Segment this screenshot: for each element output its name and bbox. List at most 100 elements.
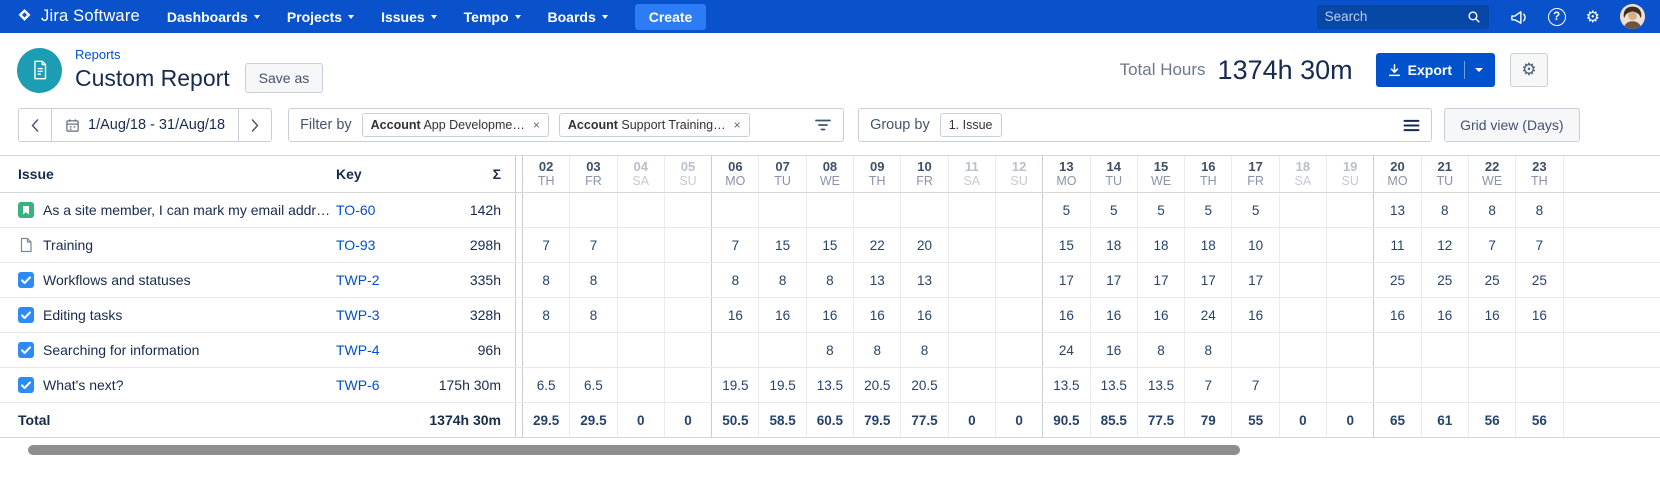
- export-dropdown-caret[interactable]: [1475, 68, 1483, 72]
- worklog-cell-16[interactable]: 8: [1184, 333, 1231, 367]
- worklog-cell-14[interactable]: 17: [1090, 263, 1137, 297]
- issue-key-link[interactable]: TWP-2: [336, 272, 380, 288]
- worklog-cell-09[interactable]: 13: [853, 263, 900, 297]
- worklog-cell-10[interactable]: 20: [900, 228, 947, 262]
- export-button[interactable]: Export: [1376, 53, 1495, 87]
- worklog-cell-20[interactable]: 13: [1373, 193, 1420, 227]
- worklog-cell-02[interactable]: 6.5: [522, 368, 569, 402]
- worklog-cell-15[interactable]: 17: [1137, 263, 1184, 297]
- help-icon[interactable]: ?: [1548, 8, 1566, 26]
- worklog-cell-21[interactable]: 12: [1421, 228, 1468, 262]
- worklog-cell-03[interactable]: 8: [569, 263, 616, 297]
- feedback-megaphone-icon[interactable]: [1509, 8, 1528, 25]
- group-options-menu-icon[interactable]: [1403, 119, 1420, 132]
- worklog-cell-03[interactable]: 7: [569, 228, 616, 262]
- worklog-cell-13[interactable]: 5: [1042, 193, 1089, 227]
- worklog-cell-06[interactable]: 16: [711, 298, 758, 332]
- breadcrumb-reports-link[interactable]: Reports: [75, 47, 323, 62]
- worklog-cell-16[interactable]: 18: [1184, 228, 1231, 262]
- global-search[interactable]: [1317, 5, 1489, 29]
- worklog-cell-22[interactable]: 7: [1468, 228, 1515, 262]
- worklog-cell-14[interactable]: 16: [1090, 298, 1137, 332]
- worklog-cell-14[interactable]: 13.5: [1090, 368, 1137, 402]
- worklog-cell-16[interactable]: 5: [1184, 193, 1231, 227]
- worklog-cell-22[interactable]: 16: [1468, 298, 1515, 332]
- nav-dashboards[interactable]: Dashboards: [167, 9, 260, 25]
- worklog-cell-08[interactable]: 8: [806, 263, 853, 297]
- worklog-cell-02[interactable]: 7: [522, 228, 569, 262]
- worklog-cell-07[interactable]: 16: [758, 298, 805, 332]
- worklog-cell-03[interactable]: 6.5: [569, 368, 616, 402]
- worklog-cell-13[interactable]: 24: [1042, 333, 1089, 367]
- worklog-cell-03[interactable]: 8: [569, 298, 616, 332]
- worklog-cell-10[interactable]: 20.5: [900, 368, 947, 402]
- worklog-cell-02[interactable]: 8: [522, 263, 569, 297]
- create-button[interactable]: Create: [635, 4, 707, 30]
- report-settings-button[interactable]: ⚙: [1510, 53, 1548, 87]
- date-range-button[interactable]: 1/Aug/18 - 31/Aug/18: [51, 109, 239, 141]
- worklog-cell-06[interactable]: 8: [711, 263, 758, 297]
- worklog-cell-08[interactable]: 8: [806, 333, 853, 367]
- worklog-cell-21[interactable]: 8: [1421, 193, 1468, 227]
- nav-tempo[interactable]: Tempo: [464, 9, 521, 25]
- worklog-cell-20[interactable]: 25: [1373, 263, 1420, 297]
- worklog-cell-15[interactable]: 8: [1137, 333, 1184, 367]
- worklog-cell-09[interactable]: 20.5: [853, 368, 900, 402]
- nav-projects[interactable]: Projects: [287, 9, 354, 25]
- save-as-button[interactable]: Save as: [245, 63, 324, 93]
- worklog-cell-10[interactable]: 13: [900, 263, 947, 297]
- filter-funnel-icon[interactable]: [814, 118, 832, 132]
- issue-key-link[interactable]: TWP-4: [336, 342, 380, 358]
- worklog-cell-17[interactable]: 17: [1231, 263, 1278, 297]
- worklog-cell-10[interactable]: 8: [900, 333, 947, 367]
- filter-chip-account-support-training[interactable]: Account Support Training… ×: [559, 113, 750, 137]
- settings-gear-icon[interactable]: ⚙: [1586, 9, 1600, 25]
- worklog-cell-15[interactable]: 18: [1137, 228, 1184, 262]
- worklog-cell-13[interactable]: 15: [1042, 228, 1089, 262]
- worklog-cell-15[interactable]: 5: [1137, 193, 1184, 227]
- nav-boards[interactable]: Boards: [548, 9, 608, 25]
- remove-filter-icon[interactable]: ×: [533, 118, 540, 132]
- worklog-cell-22[interactable]: 8: [1468, 193, 1515, 227]
- worklog-cell-02[interactable]: 8: [522, 298, 569, 332]
- worklog-cell-14[interactable]: 18: [1090, 228, 1137, 262]
- worklog-cell-07[interactable]: 15: [758, 228, 805, 262]
- filter-chip-account-app-development[interactable]: Account App Developme… ×: [362, 113, 549, 137]
- worklog-cell-13[interactable]: 16: [1042, 298, 1089, 332]
- worklog-cell-20[interactable]: 11: [1373, 228, 1420, 262]
- worklog-cell-08[interactable]: 15: [806, 228, 853, 262]
- worklog-cell-13[interactable]: 17: [1042, 263, 1089, 297]
- worklog-cell-10[interactable]: 16: [900, 298, 947, 332]
- worklog-cell-21[interactable]: 25: [1421, 263, 1468, 297]
- worklog-cell-17[interactable]: 10: [1231, 228, 1278, 262]
- jira-logo[interactable]: Jira Software: [15, 7, 140, 26]
- worklog-cell-07[interactable]: 8: [758, 263, 805, 297]
- worklog-cell-14[interactable]: 5: [1090, 193, 1137, 227]
- worklog-cell-17[interactable]: 16: [1231, 298, 1278, 332]
- search-input[interactable]: [1325, 9, 1461, 24]
- worklog-cell-20[interactable]: 16: [1373, 298, 1420, 332]
- worklog-cell-21[interactable]: 16: [1421, 298, 1468, 332]
- worklog-cell-16[interactable]: 7: [1184, 368, 1231, 402]
- worklog-cell-15[interactable]: 13.5: [1137, 368, 1184, 402]
- worklog-cell-08[interactable]: 16: [806, 298, 853, 332]
- worklog-cell-16[interactable]: 24: [1184, 298, 1231, 332]
- worklog-cell-22[interactable]: 25: [1468, 263, 1515, 297]
- worklog-cell-23[interactable]: 8: [1515, 193, 1562, 227]
- worklog-cell-09[interactable]: 8: [853, 333, 900, 367]
- worklog-cell-07[interactable]: 19.5: [758, 368, 805, 402]
- issue-key-link[interactable]: TWP-3: [336, 307, 380, 323]
- worklog-cell-09[interactable]: 16: [853, 298, 900, 332]
- group-chip-issue[interactable]: 1. Issue: [940, 113, 1002, 137]
- grid-view-button[interactable]: Grid view (Days): [1444, 108, 1579, 142]
- nav-issues[interactable]: Issues: [381, 9, 437, 25]
- worklog-cell-06[interactable]: 19.5: [711, 368, 758, 402]
- worklog-cell-17[interactable]: 7: [1231, 368, 1278, 402]
- worklog-cell-23[interactable]: 16: [1515, 298, 1562, 332]
- worklog-cell-16[interactable]: 17: [1184, 263, 1231, 297]
- worklog-cell-17[interactable]: 5: [1231, 193, 1278, 227]
- issue-key-link[interactable]: TO-93: [336, 237, 375, 253]
- worklog-cell-13[interactable]: 13.5: [1042, 368, 1089, 402]
- worklog-cell-23[interactable]: 7: [1515, 228, 1562, 262]
- worklog-cell-08[interactable]: 13.5: [806, 368, 853, 402]
